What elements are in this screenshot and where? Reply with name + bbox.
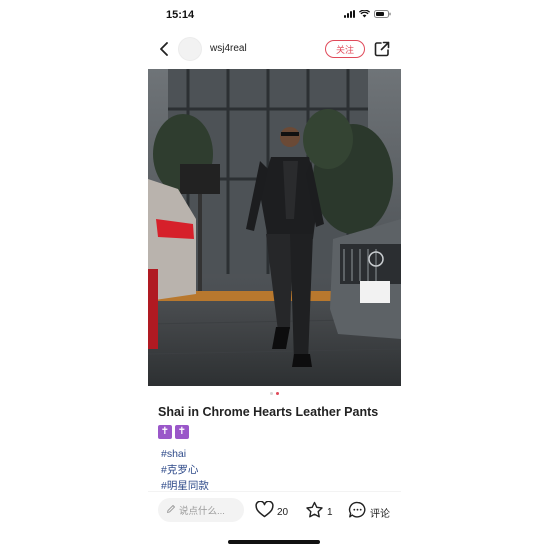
- avatar[interactable]: [178, 37, 202, 61]
- post-title: Shai in Chrome Hearts Leather Pants: [158, 405, 379, 419]
- collect-button[interactable]: 1: [305, 501, 333, 524]
- status-time: 15:14: [166, 9, 195, 21]
- tag-celebrity-style[interactable]: #明星同款: [161, 479, 391, 490]
- cross-emoji: ✝: [158, 425, 172, 439]
- share-icon[interactable]: [373, 40, 391, 58]
- tag-shai[interactable]: #shai: [161, 447, 391, 463]
- post-photo[interactable]: [148, 69, 401, 386]
- signal-icon: [344, 10, 355, 18]
- nav-bar: wsj4real 关注: [148, 34, 401, 64]
- like-button[interactable]: 20: [255, 500, 289, 523]
- comment-label: 评论: [370, 509, 390, 520]
- battery-icon: [374, 10, 391, 18]
- page-dot-active: [276, 392, 279, 395]
- home-indicator: [228, 540, 320, 544]
- emoji-row: ✝ ✝: [158, 425, 189, 439]
- star-icon: [305, 501, 324, 524]
- comment-placeholder: 说点什么...: [179, 506, 225, 517]
- bottom-action-bar: 说点什么... 20 1 评论: [148, 491, 401, 529]
- username[interactable]: wsj4real: [210, 43, 247, 54]
- wifi-icon: [359, 10, 370, 18]
- follow-button[interactable]: 关注: [325, 40, 365, 58]
- collect-count: 1: [327, 507, 333, 518]
- comment-bubble-icon: [348, 501, 367, 524]
- comment-button[interactable]: 评论: [348, 501, 390, 524]
- cross-emoji: ✝: [175, 425, 189, 439]
- status-icons: [344, 10, 391, 18]
- image-page-indicator: [148, 392, 401, 398]
- edit-icon: [166, 501, 176, 519]
- back-icon[interactable]: [156, 40, 172, 58]
- tag-chrome-hearts[interactable]: #克罗心: [161, 463, 391, 479]
- phone-screen: 15:14 wsj4real 关注 Shai in Chrome Hearts …: [148, 0, 401, 550]
- status-bar: 15:14: [148, 0, 401, 30]
- page-dot: [270, 392, 273, 395]
- tag-list: #shai #克罗心 #明星同款: [161, 447, 391, 490]
- like-count: 20: [277, 506, 289, 518]
- heart-icon: [255, 500, 274, 523]
- comment-input[interactable]: 说点什么...: [158, 498, 244, 522]
